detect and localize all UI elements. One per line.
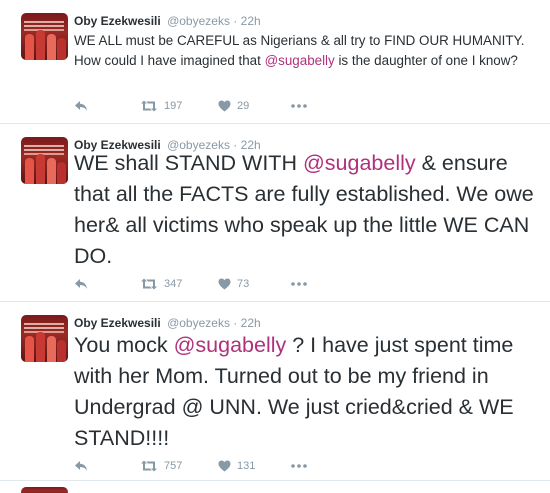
heart-icon: [218, 100, 231, 112]
tweet[interactable]: Oby Ezekwesili @obyezeks · 22h You mock …: [0, 302, 550, 481]
more-dots-icon: [291, 282, 307, 286]
tweet-text-segment: WE shall STAND WITH: [74, 151, 303, 175]
more-dots-icon: [291, 464, 307, 468]
like-count: 131: [237, 460, 256, 472]
avatar-figure: [57, 162, 66, 184]
mention-link[interactable]: @sugabelly: [174, 333, 287, 357]
reply-button[interactable]: [74, 276, 88, 292]
tweet-feed: Oby Ezekwesili @obyezeks · 22h WE ALL mu…: [0, 0, 550, 493]
tweet-text: You mock @sugabelly ? I have just spent …: [74, 330, 544, 454]
retweet-count: 347: [164, 278, 183, 290]
separator-dot: ·: [233, 14, 238, 28]
avatar-text-decoration: [24, 21, 64, 23]
retweet-button[interactable]: 197: [140, 98, 182, 114]
heart-icon: [218, 460, 231, 472]
retweet-button[interactable]: 347: [140, 276, 182, 292]
avatar-figure: [25, 158, 34, 184]
avatar-figure: [47, 34, 56, 60]
avatar-figure: [36, 154, 45, 184]
retweet-icon: [141, 100, 157, 112]
avatar-figure: [25, 336, 34, 362]
tweet[interactable]: Oby Ezekwesili @obyezeks · 22h WE ALL mu…: [0, 0, 550, 124]
tweet[interactable]: Oby Ezekwesili @obyezeks · 22h WE shall …: [0, 124, 550, 302]
tweet-header: Oby Ezekwesili @obyezeks · 22h: [74, 14, 261, 28]
more-button[interactable]: [291, 458, 307, 474]
author-name[interactable]: Oby Ezekwesili: [74, 14, 161, 28]
author-handle[interactable]: @obyezeks: [167, 14, 230, 28]
next-tweet-partial: [0, 481, 550, 493]
retweet-icon: [141, 278, 157, 290]
avatar-figure: [36, 30, 45, 60]
avatar[interactable]: [21, 487, 68, 493]
like-button[interactable]: 29: [218, 98, 249, 114]
like-count: 29: [237, 100, 250, 112]
tweet-text-segment: You mock: [74, 333, 174, 357]
avatar-figure: [47, 336, 56, 362]
mention-link[interactable]: @sugabelly: [265, 53, 335, 68]
more-button[interactable]: [291, 276, 307, 292]
author-name[interactable]: Oby Ezekwesili: [74, 316, 161, 330]
tweet-header: Oby Ezekwesili @obyezeks · 22h: [74, 316, 261, 330]
tweet-timestamp[interactable]: 22h: [241, 316, 261, 330]
retweet-count: 757: [164, 460, 183, 472]
tweet-text: WE shall STAND WITH @sugabelly & ensure …: [74, 148, 544, 272]
avatar[interactable]: [21, 13, 68, 60]
separator-dot: ·: [233, 316, 238, 330]
avatar[interactable]: [21, 315, 68, 362]
avatar-figure: [57, 340, 66, 362]
avatar-figure: [57, 38, 66, 60]
more-dots-icon: [291, 104, 307, 108]
avatar-figure: [36, 332, 45, 362]
retweet-count: 197: [164, 100, 183, 112]
avatar[interactable]: [21, 137, 68, 184]
reply-button[interactable]: [74, 98, 88, 114]
mention-link[interactable]: @sugabelly: [303, 151, 416, 175]
avatar-text-decoration: [24, 145, 64, 147]
author-handle[interactable]: @obyezeks: [167, 316, 230, 330]
retweet-icon: [141, 460, 157, 472]
more-button[interactable]: [291, 98, 307, 114]
reply-icon: [75, 279, 87, 289]
tweet-timestamp[interactable]: 22h: [241, 14, 261, 28]
avatar-figure: [47, 158, 56, 184]
tweet-text: WE ALL must be CAREFUL as Nigerians & al…: [74, 31, 544, 71]
like-button[interactable]: 131: [218, 458, 255, 474]
avatar-figure: [25, 34, 34, 60]
avatar-text-decoration: [24, 323, 64, 325]
tweet-text-segment: is the daughter of one I know?: [334, 53, 518, 68]
reply-icon: [75, 101, 87, 111]
heart-icon: [218, 278, 231, 290]
reply-button[interactable]: [74, 458, 88, 474]
retweet-button[interactable]: 757: [140, 458, 182, 474]
like-button[interactable]: 73: [218, 276, 249, 292]
reply-icon: [75, 461, 87, 471]
like-count: 73: [237, 278, 250, 290]
